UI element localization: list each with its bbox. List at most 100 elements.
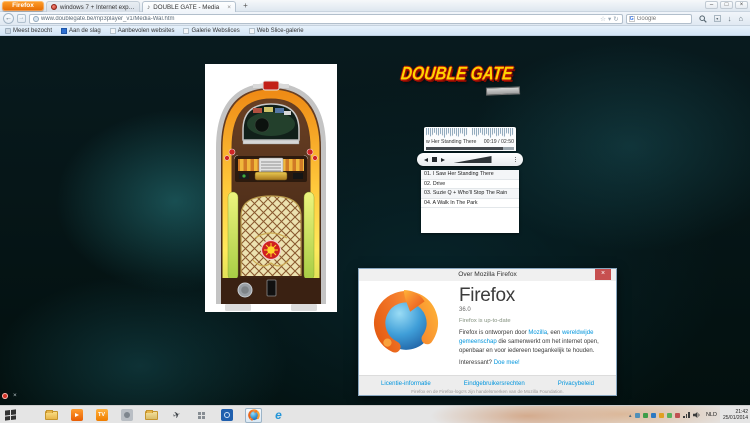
start-button[interactable] — [4, 409, 17, 422]
now-playing-text: w Her Standing There — [426, 139, 476, 145]
playlist: 01. I Saw Her Standing There 02. Drive 0… — [421, 170, 519, 233]
tray-icon-red[interactable] — [675, 413, 680, 418]
tab-windows7-ie11[interactable]: windows 7 + Internet explorer 11 tran... — [46, 1, 140, 12]
player-menu-icon[interactable] — [515, 157, 516, 163]
new-tab-button[interactable]: + — [239, 2, 252, 11]
tab-close-icon[interactable]: × — [227, 4, 231, 11]
privacy-policy-link[interactable]: Privacybeleid — [558, 380, 594, 387]
language-indicator[interactable]: NLD — [706, 412, 717, 418]
taskbar-tv-app[interactable]: TV — [95, 409, 108, 422]
record-dot-icon[interactable] — [2, 393, 8, 399]
bookmark-web-slice-gallery[interactable]: Web Slice-galerie — [249, 28, 304, 34]
address-bar[interactable]: ☆ ▾ ↻ — [29, 14, 623, 24]
volume-icon[interactable] — [693, 411, 701, 419]
search-box[interactable]: G — [626, 14, 692, 24]
minimize-button[interactable]: – — [705, 1, 718, 9]
tab-double-gate-media[interactable]: ♪ DOUBLE GATE - Media × — [142, 1, 236, 12]
window-controls: – □ × — [705, 1, 748, 9]
bookmarks-bar: Meest bezocht Aan de slag Aanbevolen web… — [0, 26, 750, 36]
recording-widget: × — [2, 392, 17, 399]
seek-bar[interactable] — [426, 147, 514, 150]
reload-icon[interactable]: ↻ — [613, 15, 618, 23]
next-track-button[interactable] — [441, 158, 445, 162]
dialog-close-button[interactable]: × — [595, 269, 611, 280]
taskbar-media-center[interactable] — [220, 409, 233, 422]
taskbar-internet-explorer[interactable]: e — [272, 409, 285, 422]
tray-icon-yellow[interactable] — [659, 413, 664, 418]
tray-icon-blue[interactable] — [635, 413, 640, 418]
taskbar-flight-app[interactable]: ✈ — [170, 409, 183, 422]
document-icon — [110, 28, 116, 34]
update-status: Firefox is up-to-date — [459, 318, 611, 324]
about-description: Firefox is ontworpen door Mozilla, een w… — [459, 329, 611, 356]
media-center-icon — [221, 409, 233, 421]
player-display: w Her Standing There 00:19 / 02:50 — [424, 127, 516, 151]
getting-started-icon — [61, 28, 67, 34]
tiles-icon — [198, 412, 205, 419]
clock[interactable]: 21:42 25/01/2014 — [723, 409, 748, 421]
downloads-icon[interactable]: ↓ — [728, 14, 732, 23]
taskbar-file-explorer[interactable] — [45, 409, 58, 422]
home-icon[interactable]: ⌂ — [738, 14, 743, 23]
tray-icon-blue2[interactable] — [651, 413, 656, 418]
firefox-icon — [248, 409, 260, 421]
version-number: 36.0 — [459, 307, 611, 313]
playlist-item[interactable]: 02. Drive — [421, 180, 519, 190]
bookmark-label: Meest bezocht — [13, 28, 52, 34]
search-icon[interactable] — [699, 15, 707, 23]
taskbar-firefox-active[interactable] — [245, 408, 262, 423]
page-viewport: DOUBLE GATE w Her Standing There 00:19 /… — [0, 36, 750, 405]
bookmarks-panel-icon[interactable]: ▾ — [714, 15, 721, 22]
jukebox-image — [205, 64, 337, 312]
desktop-screen: Firefox windows 7 + Internet explorer 11… — [0, 0, 750, 423]
end-user-rights-link[interactable]: Eindgebruikersrechten — [464, 380, 525, 387]
bookmark-webslice-gallery[interactable]: Galerie Webslices — [183, 28, 239, 34]
previous-track-button[interactable] — [424, 158, 428, 162]
bookmark-label: Aan de slag — [69, 28, 101, 34]
licensing-link[interactable]: Licentie-informatie — [381, 380, 431, 387]
tray-icon-green2[interactable] — [667, 413, 672, 418]
tab-title: windows 7 + Internet explorer 11 tran... — [60, 4, 135, 11]
network-icon[interactable] — [683, 412, 690, 418]
site-logo-text: DOUBLE GATE — [400, 64, 538, 86]
bookmark-star-icon[interactable]: ☆ — [600, 15, 606, 23]
description-text: Firefox is ontworpen door — [459, 330, 528, 336]
taskbar-documents-folder[interactable] — [145, 409, 158, 422]
forward-button[interactable]: → — [17, 14, 26, 23]
toolbar-icons: ▾ ↓ ⌂ — [695, 14, 747, 23]
url-dropdown-icon[interactable]: ▾ — [608, 15, 611, 23]
show-hidden-icons[interactable]: ▲ — [628, 413, 632, 418]
maximize-button[interactable]: □ — [720, 1, 733, 9]
url-input[interactable] — [41, 16, 598, 22]
time-display: 00:19 / 02:50 — [484, 139, 514, 145]
taskbar-photos-app[interactable] — [120, 409, 133, 422]
volume-slider[interactable] — [454, 156, 492, 163]
cta-line: Interessant? Doe mee! — [459, 360, 611, 366]
tray-icon-green[interactable] — [643, 413, 648, 418]
get-involved-link[interactable]: Doe mee! — [494, 360, 520, 366]
mp3-player: w Her Standing There 00:19 / 02:50 01. I… — [417, 127, 523, 233]
taskbar-utility-app[interactable] — [195, 409, 208, 422]
site-identity-globe-icon[interactable] — [33, 16, 39, 22]
search-input[interactable] — [637, 16, 689, 22]
widget-close-icon[interactable]: × — [13, 392, 17, 399]
trademark-notice: Firefox en de Firefox-logo's zijn handel… — [359, 389, 616, 394]
playlist-item[interactable]: 03. Suzie Q + Who'll Stop The Rain — [421, 189, 519, 199]
windows-logo-icon — [5, 409, 16, 420]
back-button[interactable]: ← — [3, 13, 14, 24]
bookmark-getting-started[interactable]: Aan de slag — [61, 28, 101, 34]
bookmark-most-visited[interactable]: Meest bezocht — [5, 28, 52, 34]
stop-button[interactable] — [432, 157, 437, 162]
close-button[interactable]: × — [735, 1, 748, 9]
photos-icon — [121, 409, 133, 421]
taskbar-media-player[interactable] — [70, 409, 83, 422]
playlist-item[interactable]: 01. I Saw Her Standing There — [421, 170, 519, 180]
playlist-item[interactable]: 04. A Walk In The Park — [421, 199, 519, 209]
bookmark-suggested-sites[interactable]: Aanbevolen websites — [110, 28, 175, 34]
browser-titlebar: Firefox windows 7 + Internet explorer 11… — [0, 0, 750, 12]
product-name: Firefox — [459, 286, 611, 305]
mozilla-link[interactable]: Mozilla — [528, 330, 547, 336]
clock-date: 25/01/2014 — [723, 415, 748, 421]
search-engine-icon[interactable]: G — [629, 16, 635, 22]
firefox-menu-button[interactable]: Firefox — [2, 1, 44, 11]
